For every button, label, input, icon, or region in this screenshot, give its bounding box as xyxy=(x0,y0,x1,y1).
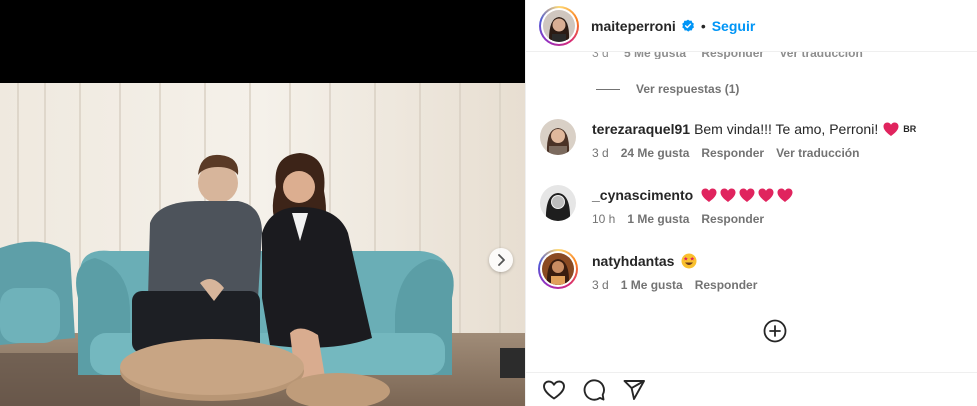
post-action-bar xyxy=(526,372,977,406)
five-red-hearts-emoji-icon xyxy=(701,188,793,203)
comment-button[interactable] xyxy=(582,378,606,402)
commenter-avatar[interactable] xyxy=(540,119,576,155)
commenter-username[interactable]: natyhdantas xyxy=(592,253,674,269)
comment-meta: 3 d 24 Me gusta Responder Ver traducción xyxy=(592,146,871,160)
carousel-next-button[interactable] xyxy=(489,248,513,272)
author-avatar-image xyxy=(543,9,575,42)
chevron-right-icon xyxy=(498,254,505,266)
flag-text: BR xyxy=(903,124,917,134)
translate-button[interactable]: Ver traducción xyxy=(776,146,859,160)
comment-body: natyhdantas xyxy=(592,253,697,269)
post-media xyxy=(0,0,525,406)
comment-item: terezaraquel91 Bem vinda!!! Te amo, Perr… xyxy=(540,119,970,169)
reply-button[interactable]: Responder xyxy=(695,278,758,292)
commenter-avatar-image xyxy=(542,253,574,285)
author-username[interactable]: maiteperroni xyxy=(591,18,676,34)
post-side-panel: 3 d 5 Me gusta Responder Ver traducción … xyxy=(525,0,977,406)
header-separator: • xyxy=(700,17,706,34)
commenter-username[interactable]: _cynascimento xyxy=(592,187,693,203)
comment-likes[interactable]: 1 Me gusta xyxy=(621,278,683,292)
star-struck-emoji-icon xyxy=(681,253,697,269)
reply-button[interactable]: Responder xyxy=(701,212,764,226)
comment-meta: 3 d 1 Me gusta Responder xyxy=(592,278,769,292)
commenter-avatar[interactable] xyxy=(538,249,578,289)
comment-meta: 10 h 1 Me gusta Responder xyxy=(592,212,776,226)
view-replies-label: Ver respuestas (1) xyxy=(636,82,740,96)
comment-time: 3 d xyxy=(592,278,609,292)
comment-time: 10 h xyxy=(592,212,616,226)
comment-text: Bem vinda!!! Te amo, Perroni! xyxy=(694,121,879,137)
plus-circle-icon xyxy=(763,319,787,343)
heart-outline-icon xyxy=(543,380,565,399)
reply-button[interactable]: Responder xyxy=(701,146,764,160)
replies-divider xyxy=(596,88,620,90)
share-button[interactable] xyxy=(622,378,646,402)
load-more-comments-button[interactable] xyxy=(763,319,787,343)
paper-plane-icon xyxy=(623,379,645,400)
commenter-username[interactable]: terezaraquel91 xyxy=(592,121,690,137)
commenter-avatar[interactable] xyxy=(540,185,576,221)
comment-item: natyhdantas 3 d 1 Me gusta Responder xyxy=(538,249,970,301)
comment-item: _cynascimento 10 h 1 Me gusta Responder xyxy=(540,185,970,235)
comment-time: 3 d xyxy=(592,146,609,160)
post-photo xyxy=(0,83,525,406)
author-avatar[interactable] xyxy=(539,5,579,46)
comment-body: _cynascimento xyxy=(592,187,793,203)
follow-button[interactable]: Seguir xyxy=(712,18,756,34)
post-header: maiteperroni • Seguir xyxy=(526,0,977,52)
comment-likes[interactable]: 1 Me gusta xyxy=(627,212,689,226)
verified-badge-icon xyxy=(681,19,695,33)
red-heart-emoji-icon xyxy=(883,122,899,137)
comment-likes[interactable]: 24 Me gusta xyxy=(621,146,690,160)
comment-bubble-icon xyxy=(583,378,605,401)
comment-body: terezaraquel91 Bem vinda!!! Te amo, Perr… xyxy=(592,121,916,137)
view-replies-button[interactable]: Ver respuestas (1) xyxy=(596,82,739,96)
like-button[interactable] xyxy=(542,378,566,402)
